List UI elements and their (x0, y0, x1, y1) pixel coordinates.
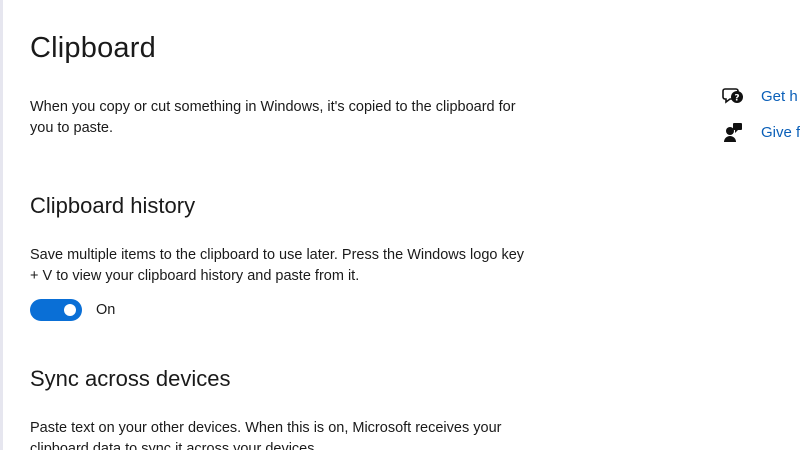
toggle-state-label: On (96, 302, 116, 318)
toggle-knob (64, 304, 76, 316)
get-help-label: Get h (761, 87, 798, 105)
clipboard-history-description: Save multiple items to the clipboard to … (30, 247, 525, 284)
intro-description: When you copy or cut something in Window… (30, 99, 516, 136)
toggle-switch[interactable] (30, 299, 82, 321)
sync-across-devices-heading: Sync across devices (30, 366, 231, 391)
sync-description: Paste text on your other devices. When t… (30, 420, 502, 450)
clipboard-history-toggle[interactable]: On (30, 299, 115, 321)
give-feedback-link[interactable]: Give f (722, 120, 800, 144)
settings-page: Clipboard When you copy or cut something… (0, 0, 800, 450)
clipboard-history-heading: Clipboard history (30, 193, 196, 218)
help-chat-icon: ? (722, 88, 743, 104)
feedback-person-icon (724, 123, 742, 142)
related-links: ? Get h Give f (722, 84, 800, 156)
page-title: Clipboard (30, 32, 156, 64)
svg-text:?: ? (734, 94, 739, 104)
navigation-edge (0, 0, 3, 450)
give-feedback-label: Give f (761, 123, 800, 141)
get-help-link[interactable]: ? Get h (722, 84, 800, 108)
